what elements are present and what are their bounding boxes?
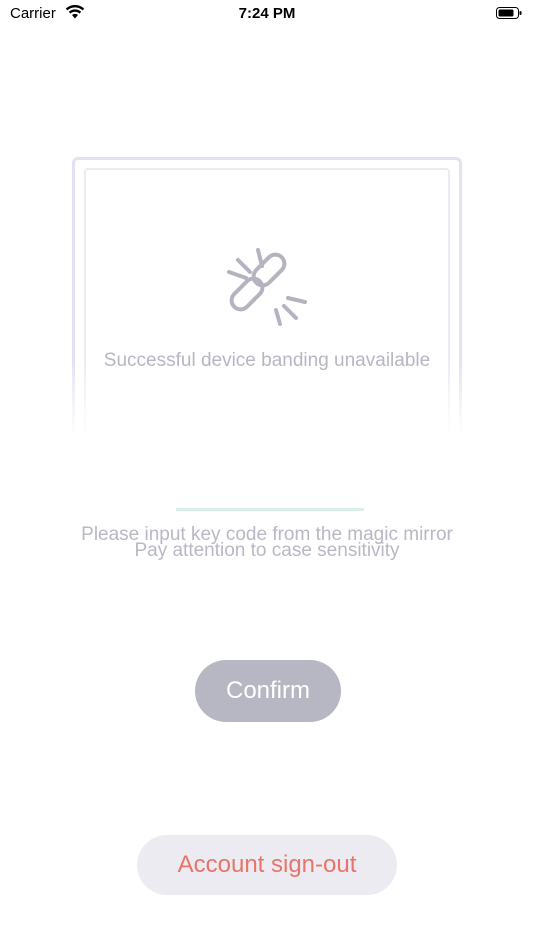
account-signout-button[interactable]: Account sign-out bbox=[137, 835, 397, 895]
case-sensitivity-hint: Pay attention to case sensitivity bbox=[134, 540, 400, 561]
broken-link-icon bbox=[227, 248, 307, 326]
key-code-input[interactable] bbox=[176, 480, 364, 511]
binding-status-message: Successful device banding unavailable bbox=[103, 350, 431, 371]
confirm-button[interactable]: Confirm bbox=[195, 660, 341, 722]
mirror-fade-overlay bbox=[60, 360, 474, 440]
status-time: 7:24 PM bbox=[238, 5, 296, 22]
status-bar: Carrier 7:24 PM bbox=[0, 0, 534, 28]
battery-icon bbox=[496, 7, 522, 19]
